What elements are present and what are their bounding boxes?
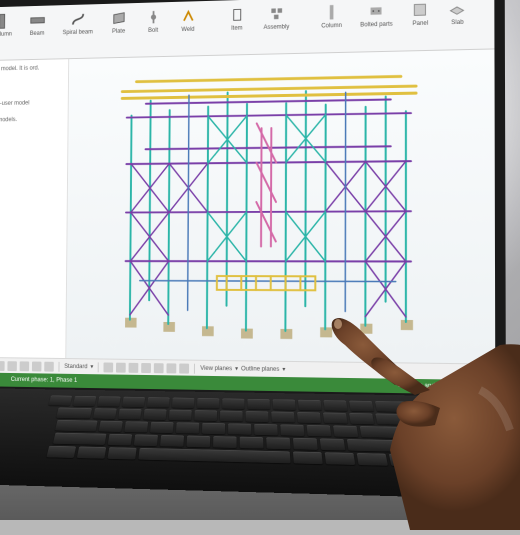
qb-snap-3[interactable] xyxy=(129,362,139,372)
chevron-down-icon: ▾ xyxy=(235,365,238,372)
qb-view-planes[interactable]: View planes xyxy=(200,365,232,371)
ribbon-btn-plate[interactable]: Plate xyxy=(106,7,131,37)
qb-tool-2[interactable] xyxy=(0,361,5,371)
qb-snap-2[interactable] xyxy=(116,362,126,372)
ribbon-btn-column2[interactable]: Column xyxy=(317,1,346,32)
bolted-icon xyxy=(367,2,385,21)
spiral-icon xyxy=(69,10,86,28)
side-text-1: user model. It is ord. xyxy=(0,65,63,74)
slab-icon xyxy=(448,0,467,18)
side-text-4: red models. xyxy=(0,117,62,126)
3d-viewport[interactable] xyxy=(66,49,495,363)
qb-snap-5[interactable] xyxy=(154,363,164,373)
qb-snap-7[interactable] xyxy=(180,363,190,373)
qb-tool-3[interactable] xyxy=(7,361,17,371)
side-text-3: multi-user model xyxy=(0,100,62,109)
qb-standard-dropdown[interactable]: Standard xyxy=(64,363,87,369)
qb-tool-4[interactable] xyxy=(20,361,30,371)
ribbon-btn-slab[interactable]: Slab xyxy=(444,0,471,28)
status-phase: Current phase: 1, Phase 1 xyxy=(11,377,78,384)
side-panel: user model. It is ord. g. multi-user mod… xyxy=(0,59,69,358)
ribbon-btn-assembly[interactable]: Assembly xyxy=(259,2,293,33)
qb-tool-6[interactable] xyxy=(44,361,54,371)
ribbon-btn-weld[interactable]: Weld xyxy=(175,5,200,35)
ribbon-btn-item[interactable]: Item xyxy=(224,4,250,34)
qb-tool-5[interactable] xyxy=(32,361,42,371)
item-icon xyxy=(228,6,246,24)
side-text-2: g. xyxy=(0,82,62,91)
ribbon-btn-spiral[interactable]: Spiral beam xyxy=(59,8,97,38)
qb-snap-1[interactable] xyxy=(104,362,114,372)
weld-icon xyxy=(179,7,197,25)
steel-structure-model xyxy=(66,49,495,363)
plate-icon xyxy=(110,9,127,27)
ribbon-btn-bolted[interactable]: Bolted parts xyxy=(356,0,397,31)
chevron-down-icon: ▾ xyxy=(282,366,285,373)
chevron-down-icon: ▾ xyxy=(90,363,93,370)
beam-icon xyxy=(29,11,46,29)
ribbon-btn-panel[interactable]: Panel xyxy=(407,0,434,29)
qb-snap-6[interactable] xyxy=(167,363,177,373)
qb-snap-4[interactable] xyxy=(142,362,152,372)
bolt-icon xyxy=(145,8,162,26)
ribbon-btn-column[interactable]: Column xyxy=(0,10,16,39)
qb-outline-planes[interactable]: Outline planes xyxy=(241,366,279,373)
status-selection: 0 objects and 0 handles selected xyxy=(398,383,489,391)
column2-icon xyxy=(323,3,341,21)
laptop-keyboard xyxy=(0,388,520,501)
app-window: Column Beam Spiral beam Plate xyxy=(0,0,495,395)
panel-icon xyxy=(411,0,429,19)
column-icon xyxy=(0,12,11,30)
assembly-icon xyxy=(267,5,285,23)
ribbon-btn-bolt[interactable]: Bolt xyxy=(141,6,166,36)
ribbon-btn-beam[interactable]: Beam xyxy=(25,9,50,39)
